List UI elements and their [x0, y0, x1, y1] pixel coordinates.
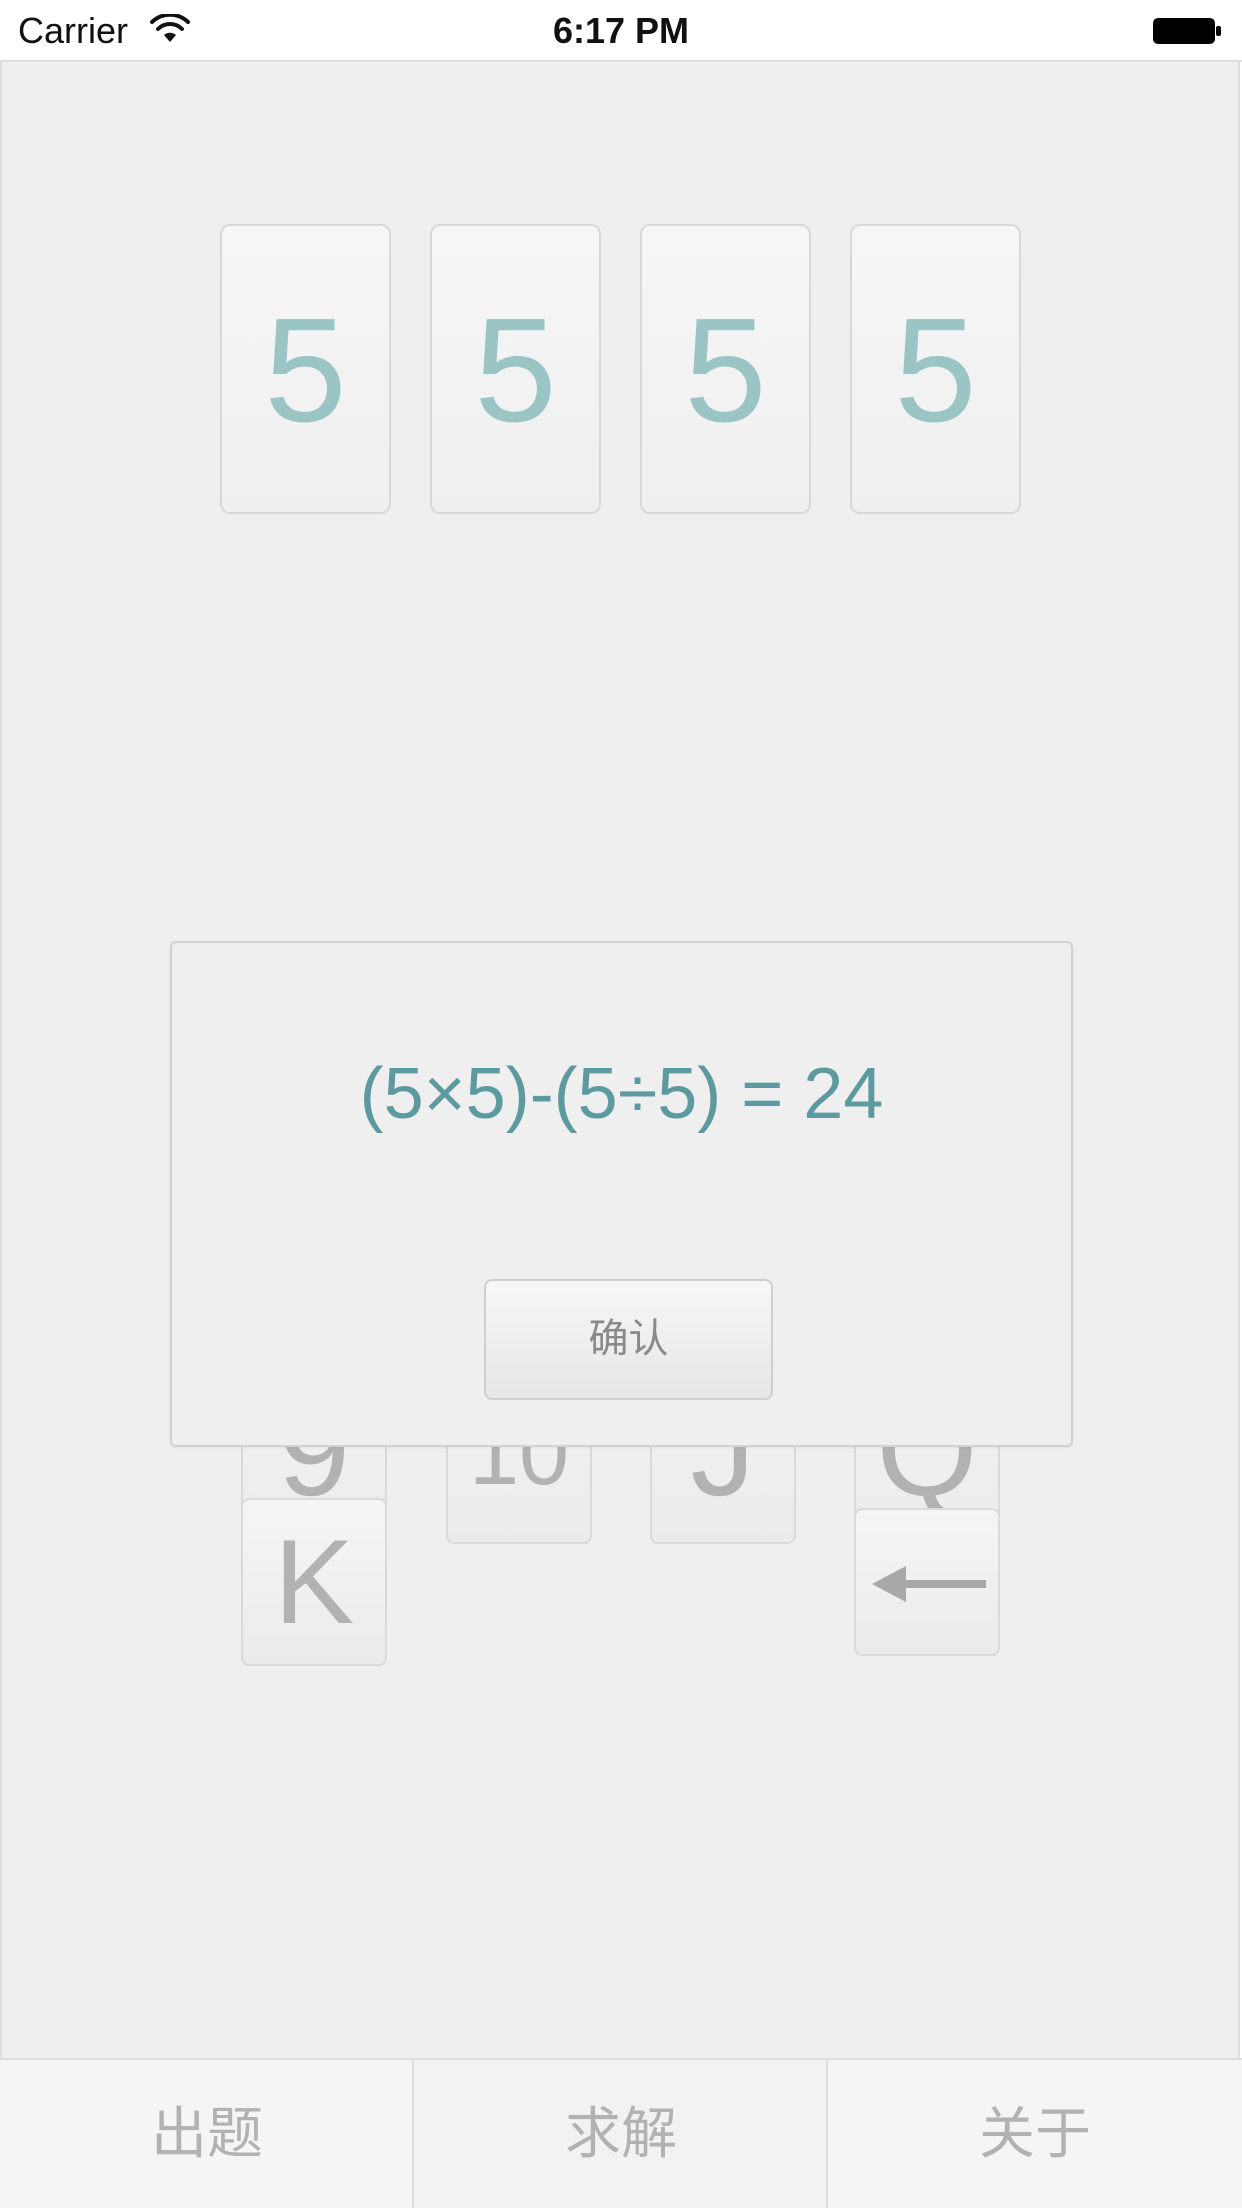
- number-card[interactable]: 5: [430, 224, 601, 514]
- card-value: 5: [474, 288, 557, 453]
- card-value: 5: [264, 288, 347, 453]
- tab-solve[interactable]: 求解: [414, 2060, 828, 2208]
- status-bar: Carrier 6:17 PM: [0, 0, 1242, 62]
- status-time: 6:17 PM: [552, 10, 690, 51]
- left-arrow-icon: [872, 1566, 986, 1602]
- number-card[interactable]: 5: [850, 224, 1021, 514]
- main-area: 5 5 5 5 9 10 J Q K (5×5)-(5÷5) = 24 确认: [0, 62, 1240, 2058]
- tab-bar: 出题 求解 关于: [0, 2058, 1242, 2208]
- tab-about[interactable]: 关于: [828, 2060, 1242, 2208]
- card-value: 5: [894, 288, 977, 453]
- backspace-button[interactable]: [854, 1508, 1000, 1656]
- solution-text: (5×5)-(5÷5) = 24: [359, 1054, 884, 1134]
- solution-dialog: (5×5)-(5÷5) = 24 确认: [170, 941, 1073, 1447]
- number-card[interactable]: 5: [640, 224, 811, 514]
- confirm-button[interactable]: 确认: [484, 1279, 773, 1400]
- tab-question[interactable]: 出题: [0, 2060, 414, 2208]
- key-k[interactable]: K: [241, 1498, 387, 1666]
- number-card[interactable]: 5: [220, 224, 391, 514]
- key-label: K: [273, 1515, 355, 1649]
- card-value: 5: [684, 288, 767, 453]
- battery-icon: [1153, 18, 1221, 44]
